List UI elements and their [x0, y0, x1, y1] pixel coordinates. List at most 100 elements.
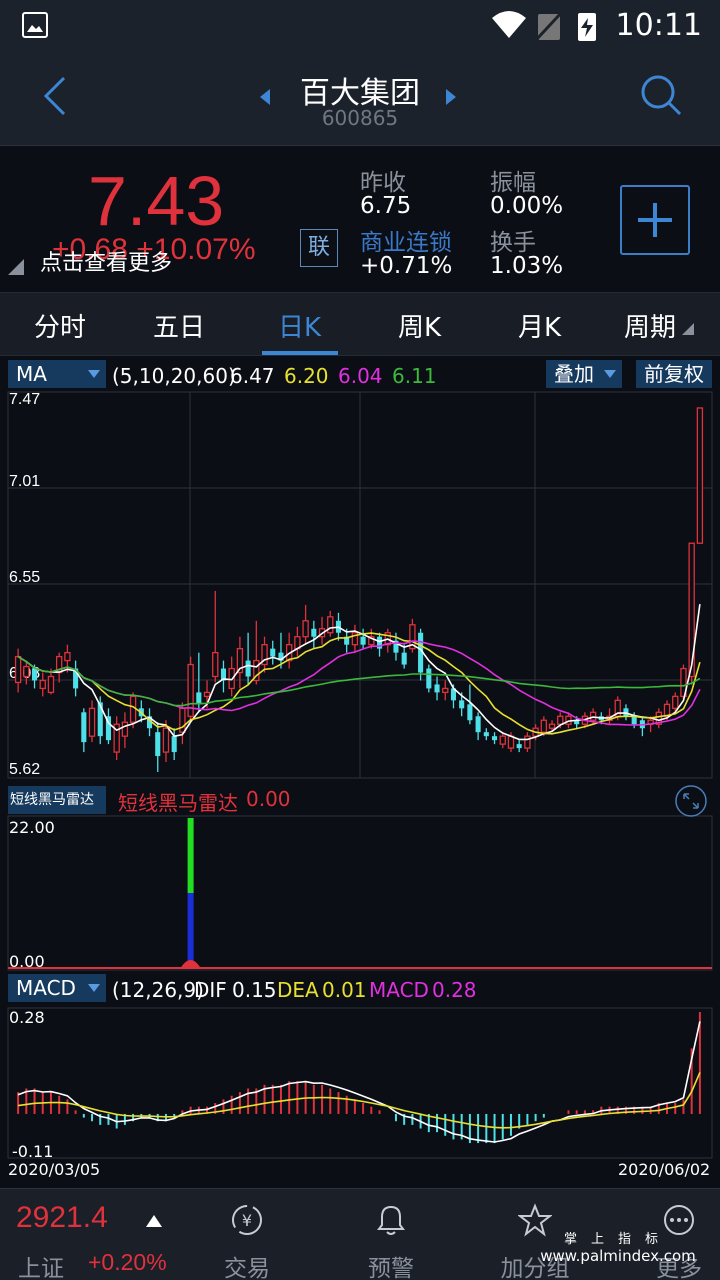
stock-code: 600865 [321, 106, 399, 130]
radar-spike-blue [187, 893, 194, 968]
candle-body [14, 655, 22, 684]
next-stock-icon[interactable] [444, 88, 458, 106]
candle-body [39, 679, 46, 690]
battery-charging-icon [578, 13, 596, 41]
candle-body [475, 716, 481, 733]
candle-body [47, 675, 55, 694]
tab-period[interactable]: 周期 [624, 307, 676, 344]
candle-body [121, 721, 129, 737]
amplitude-value: 0.00% [490, 193, 564, 219]
quote-panel[interactable]: 7.43 +0.68 +10.07% 点击查看更多 联 昨收 6.75 商业连锁… [0, 147, 720, 292]
radar-axis-bottom: 0.00 [9, 952, 45, 971]
tab-daily-k[interactable]: 日K [278, 307, 321, 344]
amplitude-label: 振幅 [490, 170, 536, 196]
macd-label: MACD [369, 978, 429, 1002]
chart-area[interactable]: MA (5,10,20,60) 6.47 6.20 6.04 6.11 叠加 前… [0, 356, 720, 1188]
candle-body [212, 651, 219, 678]
macd-axis-bottom: -0.11 [12, 1142, 54, 1161]
candle-body [516, 744, 522, 749]
candle-body [311, 628, 317, 637]
candle-body [696, 407, 704, 544]
kline-chart[interactable]: 7.477.016.556.085.62 [0, 356, 720, 1188]
link-button[interactable]: 联 [300, 229, 338, 267]
dea-label: DEA [277, 978, 319, 1002]
price-axis-label: 7.01 [9, 473, 40, 490]
nav-trade-label: 交易 [224, 1256, 270, 1280]
concept-change: +0.71% [360, 253, 453, 279]
plus-icon [638, 203, 672, 237]
svg-text:¥: ¥ [242, 1211, 252, 1230]
watermark-line1: 掌上指标 [563, 1232, 672, 1247]
tab-five-day[interactable]: 五日 [153, 307, 205, 344]
ma10-line [17, 632, 701, 735]
ma5-line [17, 603, 701, 741]
macd-params: (12,26,9) [112, 978, 204, 1002]
gallery-icon [22, 12, 48, 38]
turnover-value: 1.03% [490, 253, 564, 279]
radar-label: 短线黑马雷达 [118, 791, 238, 815]
index-name: 上证 [18, 1256, 64, 1280]
nav-trade[interactable]: ¥ 交易 [192, 1189, 302, 1280]
wifi-icon [492, 11, 526, 38]
macd-indicator-select[interactable]: MACD [8, 974, 106, 1002]
macd-selector-label: MACD [16, 976, 76, 1000]
arrow-up-icon [146, 1215, 162, 1227]
macd-axis-top: 0.28 [9, 1008, 45, 1027]
candle-body [491, 736, 498, 741]
price-axis: 7.477.016.556.085.62 [9, 391, 40, 778]
candle-body [467, 704, 473, 721]
candle-body [64, 651, 71, 662]
candle-body [540, 719, 548, 733]
expand-corner-icon [8, 259, 24, 275]
search-icon[interactable] [638, 72, 684, 118]
candle-body [360, 636, 366, 645]
macd-value: 0.28 [432, 978, 477, 1002]
price-axis-label: 7.47 [9, 391, 40, 408]
view-more-hint[interactable]: 点击查看更多 [40, 245, 172, 277]
price-axis-label: 6.55 [9, 569, 40, 586]
candle-body [631, 716, 637, 725]
candle-body [302, 620, 309, 638]
candle-body [327, 616, 334, 634]
fullscreen-icon[interactable] [674, 784, 708, 818]
index-value[interactable]: 2921.4 [16, 1201, 108, 1235]
add-watchlist-button[interactable] [620, 185, 690, 255]
dea-value: 0.01 [322, 978, 367, 1002]
radar-spike-base [180, 960, 201, 968]
prev-close-label: 昨收 [360, 170, 406, 196]
ma60-line [17, 655, 701, 707]
candle-body [499, 735, 506, 745]
dea-line [17, 1072, 701, 1129]
candle-body [88, 707, 96, 737]
candle-body [483, 732, 489, 737]
candle-body [245, 660, 251, 677]
concept-label[interactable]: 商业连锁 [360, 223, 452, 257]
tab-intraday[interactable]: 分时 [34, 307, 86, 344]
tab-monthly-k[interactable]: 月K [518, 307, 561, 344]
candle-body [155, 732, 161, 757]
candle-body [548, 723, 556, 729]
candle-body [557, 715, 564, 725]
period-dropdown-icon [682, 323, 694, 335]
candle-body [196, 692, 202, 705]
tab-weekly-k[interactable]: 周K [398, 307, 441, 344]
last-price: 7.43 [88, 162, 225, 240]
index-change: +0.20% [88, 1249, 167, 1275]
chevron-down-icon [88, 984, 100, 992]
ma20-line [17, 640, 701, 726]
turnover-label: 换手 [490, 230, 536, 256]
radar-indicator-select[interactable]: 短线黑马雷达 [8, 786, 106, 814]
macd-panel [17, 1012, 701, 1144]
trade-icon: ¥ [232, 1205, 262, 1235]
nav-alert[interactable]: 预警 [336, 1189, 446, 1280]
candle-body [672, 695, 679, 709]
active-tab-indicator [262, 351, 338, 355]
candle-body [524, 735, 531, 749]
candle-body [434, 684, 440, 693]
clock: 10:11 [615, 8, 702, 43]
date-end: 2020/06/02 [618, 1160, 711, 1179]
stock-header: 百大集团 600865 [0, 52, 720, 146]
date-start: 2020/03/05 [8, 1160, 101, 1179]
candle-body [589, 711, 597, 721]
candle-body [81, 712, 87, 743]
